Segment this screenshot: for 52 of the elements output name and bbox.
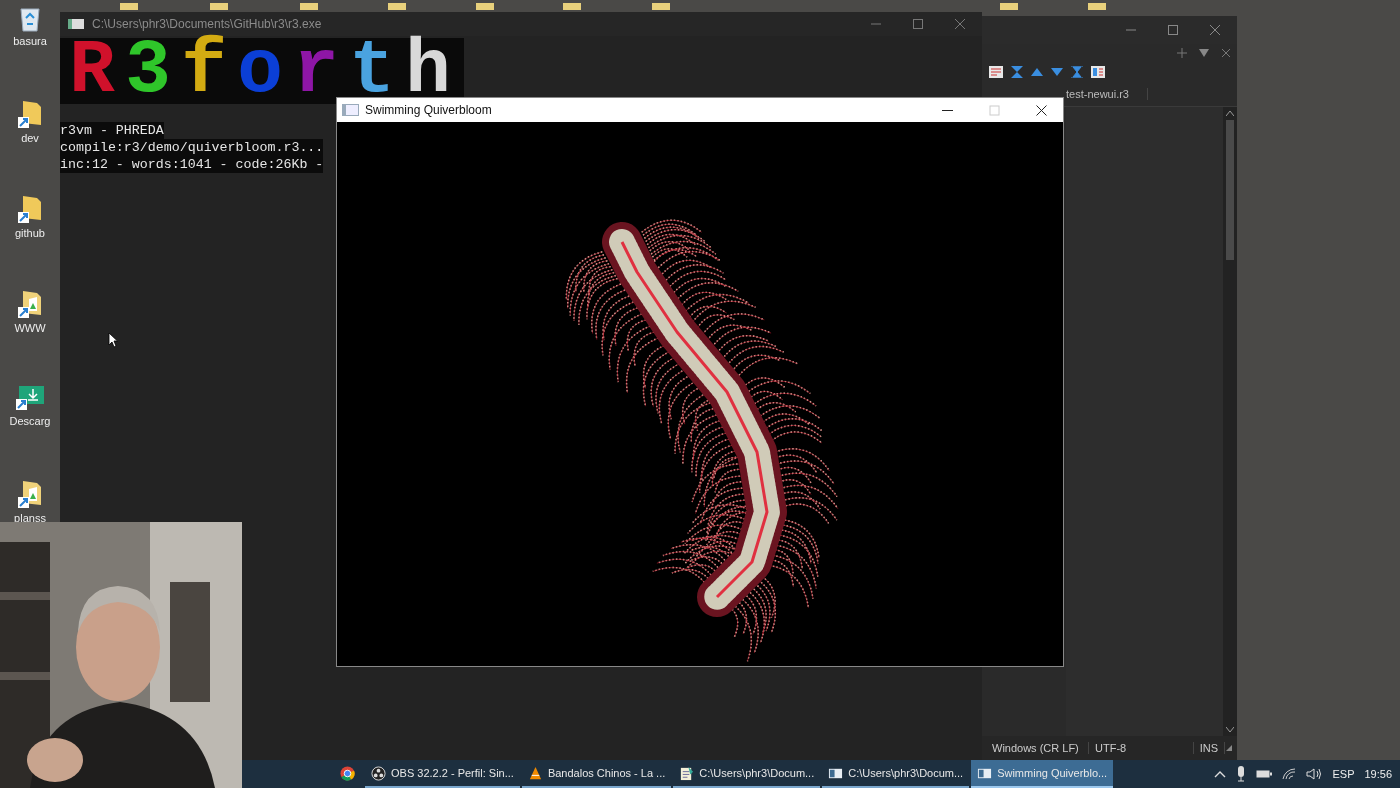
window-title: Swimming Quiverbloom [365,103,492,117]
scroll-up-icon[interactable] [1226,110,1234,116]
battery-icon[interactable] [1256,769,1273,779]
wifi-icon[interactable] [1282,768,1297,780]
download-folder-icon[interactable] [15,384,45,412]
scrollbar[interactable] [1223,107,1237,736]
maximize-icon[interactable] [912,18,924,30]
desktop-icon-label[interactable]: planss [14,512,46,524]
desktop-icon-label[interactable]: WWW [14,322,46,334]
taskbar-button[interactable]: OBS 32.2.2 - Perfil: Sin... [365,760,520,788]
taskbar-button[interactable]: C:\Users\phr3\Docum... [822,760,970,788]
status-text: UTF-8 [1089,742,1194,754]
status-text: INS [1193,742,1225,754]
panel-icon[interactable] [1091,66,1105,78]
file-tab[interactable]: test-newui.r3 [1066,88,1148,100]
cone-icon [527,765,543,781]
taskbar-button[interactable]: Swimming Quiverblo... [971,760,1114,788]
status-text: Windows (CR LF) [986,742,1089,754]
desktop-icon-label[interactable]: github [15,227,45,239]
dropdown-icon[interactable] [1199,48,1209,58]
desktop-icon-label[interactable]: basura [13,35,47,47]
document-folder-icon[interactable] [17,479,43,509]
taskbar-button[interactable]: Bandalos Chinos - La ... [521,760,672,788]
up-arrow-icon[interactable] [1031,68,1043,76]
volume-icon[interactable] [1306,768,1323,780]
maximize-icon [989,104,1000,116]
folder-shortcut-icon[interactable] [17,194,43,224]
clock[interactable]: 19:56 [1364,768,1392,780]
window-title: C:\Users\phr3\Documents\GitHub\r3\r3.exe [92,17,322,31]
window-icon [342,104,359,116]
microphone-icon[interactable] [1236,766,1247,782]
window-icon [68,19,84,29]
collapse-icon[interactable] [1011,66,1023,78]
cursor-icon [108,332,118,348]
maximize-icon[interactable] [1167,24,1179,36]
language-indicator[interactable]: ESP [1332,768,1355,780]
scroll-down-icon[interactable] [1226,727,1234,733]
expand-icon[interactable] [1071,66,1083,78]
close-icon[interactable] [1036,104,1047,116]
resize-grip-icon[interactable] [1225,744,1233,752]
down-arrow-icon[interactable] [1051,68,1063,76]
desktop-icon-label[interactable]: Descarg [9,415,51,427]
plus-icon[interactable] [1177,48,1187,58]
notepad-icon [679,765,695,781]
scroll-thumb[interactable] [1226,120,1234,260]
browser-icon [340,765,355,781]
chevron-up-icon[interactable] [1214,770,1227,778]
recorder-icon [371,765,386,781]
taskbar-button[interactable]: C:\Users\phr3\Docum... [673,760,821,788]
desktop-icon-label[interactable]: dev [21,132,39,144]
document-folder-icon[interactable] [17,289,43,319]
folder-shortcut-icon[interactable] [17,99,43,129]
